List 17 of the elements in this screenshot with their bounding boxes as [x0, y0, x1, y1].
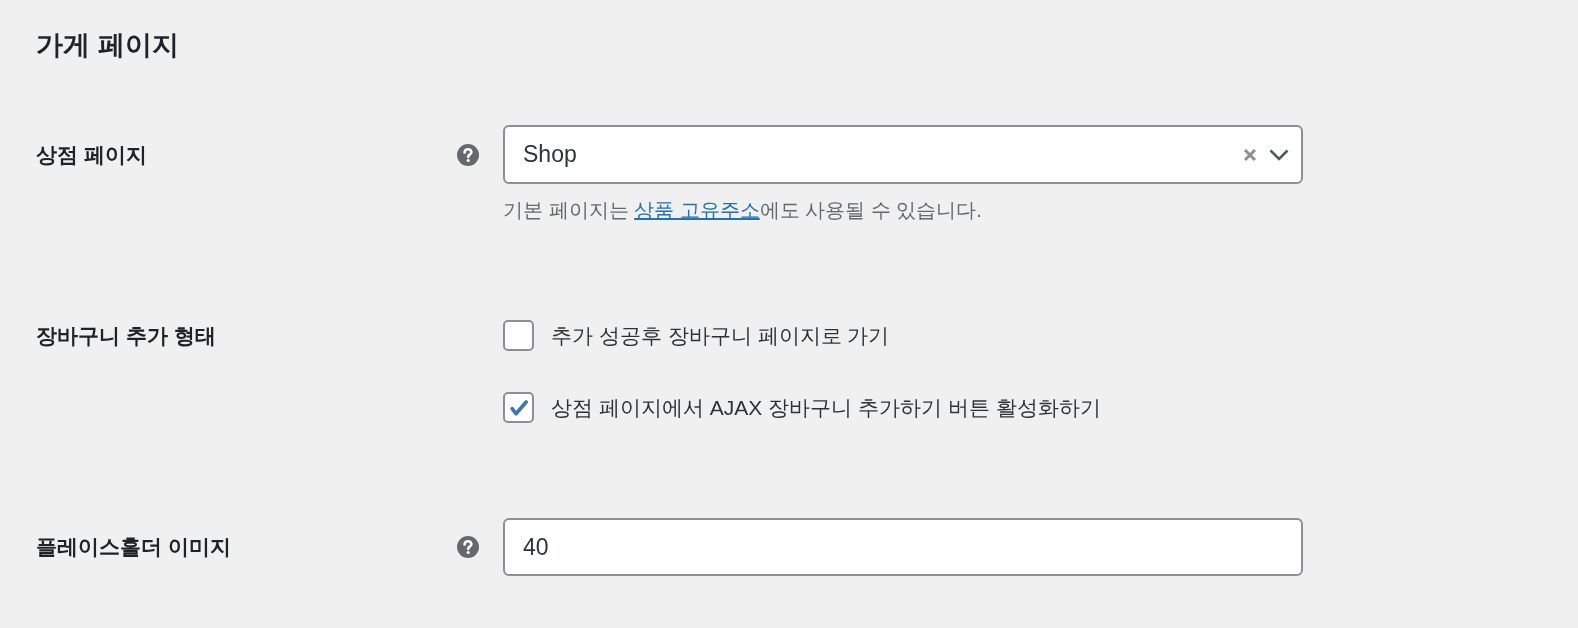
setting-label: 장바구니 추가 형태 — [36, 322, 216, 349]
setting-label: 플레이스홀더 이미지 — [36, 534, 231, 560]
checkbox[interactable] — [503, 392, 534, 423]
chevron-down-icon[interactable] — [1269, 148, 1289, 161]
description-text: 기본 페이지는 상품 고유주소에도 사용될 수 있습니다. — [503, 198, 983, 223]
permalink-link[interactable]: 상품 고유주소 — [634, 199, 760, 221]
checkbox[interactable] — [503, 320, 534, 351]
setting-label: 상점 페이지 — [36, 141, 147, 168]
help-icon[interactable] — [457, 536, 479, 558]
checkbox-label[interactable]: 상점 페이지에서 AJAX 장바구니 추가하기 버튼 활성화하기 — [551, 393, 1101, 422]
page-select[interactable]: Shop — [503, 125, 1303, 184]
checkbox-label[interactable]: 추가 성공후 장바구니 페이지로 가기 — [551, 321, 890, 350]
clear-icon[interactable] — [1243, 147, 1257, 162]
placeholder-image-field[interactable]: 40 — [503, 518, 1303, 576]
checkmark-icon — [509, 399, 528, 416]
help-icon[interactable] — [457, 143, 479, 166]
section-title: 가게 페이지 — [36, 29, 180, 62]
